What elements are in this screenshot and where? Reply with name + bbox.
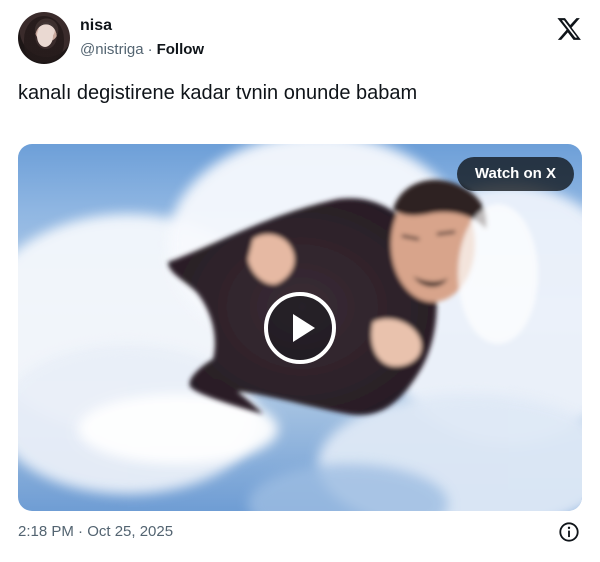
tweet-card: nisa @nistriga · Follow kanalı degistirene… xyxy=(0,0,600,562)
user-handle[interactable]: @nistriga xyxy=(80,41,144,58)
avatar-face xyxy=(37,25,53,47)
user-info: nisa @nistriga · Follow xyxy=(80,16,204,60)
tweet-text: kanalı degistirene kadar tvnin onunde ba… xyxy=(18,82,418,104)
play-button[interactable] xyxy=(264,292,336,364)
tweet-header: nisa @nistriga · Follow xyxy=(18,12,582,66)
follow-button[interactable]: Follow xyxy=(157,41,205,58)
tweet-timestamp[interactable]: 2:18 PM · Oct 25, 2025 xyxy=(18,522,173,542)
play-icon xyxy=(293,314,315,342)
avatar[interactable] xyxy=(18,12,70,64)
watch-on-x-button[interactable]: Watch on X xyxy=(456,157,574,191)
x-logo-icon[interactable] xyxy=(556,16,582,42)
separator-dot: · xyxy=(147,41,153,58)
info-icon[interactable] xyxy=(558,521,580,543)
display-name[interactable]: nisa xyxy=(80,16,112,36)
video-player[interactable]: Watch on X xyxy=(18,144,582,511)
handle-row: @nistriga · Follow xyxy=(80,40,204,60)
